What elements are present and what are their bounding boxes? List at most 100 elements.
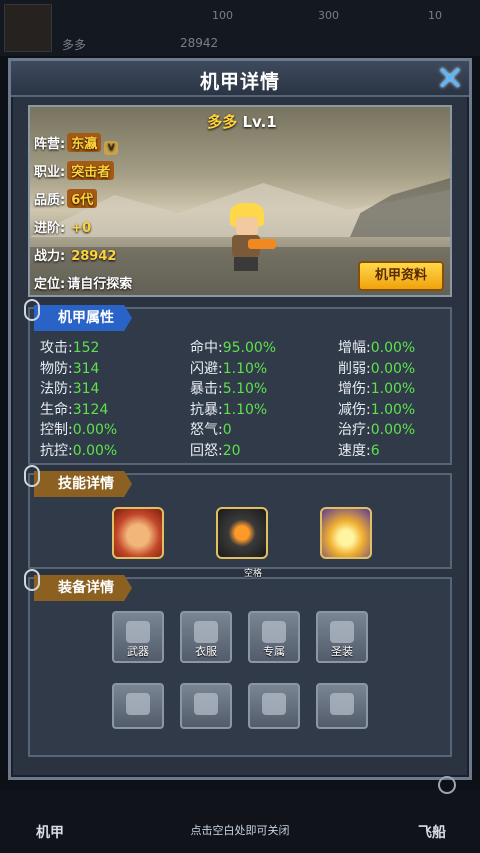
hud-resource-1: 100 xyxy=(212,9,233,22)
camp-row: 阵营: 东瀛 V xyxy=(34,133,119,155)
attribute-key: 抗暴: xyxy=(190,401,223,418)
attribute-item: 暴击:5.10% xyxy=(190,378,267,398)
position-label: 定位: xyxy=(34,277,66,292)
attribute-key: 回怒: xyxy=(190,442,223,459)
attribute-value: 6 xyxy=(370,442,380,459)
job-row: 职业: 突击者 xyxy=(34,161,115,180)
mech-detail-panel: 机甲详情 ✕ 多多 Lv.1 阵营: 东瀛 V 职业: 突击者 品质: 6代 进阶: +0… xyxy=(8,58,472,780)
equipment-title: 装备详情 xyxy=(34,575,132,601)
hero-name: 多多 xyxy=(207,113,238,131)
attribute-item: 治疗:0.00% xyxy=(338,419,415,439)
job-value: 突击者 xyxy=(67,161,115,180)
close-hint[interactable]: 点击空白处即可关闭 xyxy=(0,822,480,838)
attribute-value: 0.00% xyxy=(370,360,416,377)
top-hud: 多多 28942 100 300 10 xyxy=(0,0,480,56)
skill-gatling-icon[interactable] xyxy=(216,507,268,559)
quality-label: 品质: xyxy=(34,193,66,208)
attribute-item: 速度:6 xyxy=(338,440,380,460)
equip-slot-weapon[interactable]: 武器 xyxy=(112,611,164,663)
hud-resource-3: 10 xyxy=(428,9,442,22)
quality-row: 品质: 6代 xyxy=(34,189,98,208)
equip-slot-armor[interactable]: 衣服 xyxy=(180,611,232,663)
attribute-key: 削弱: xyxy=(338,360,371,377)
attribute-item: 生命:3124 xyxy=(40,399,108,419)
attribute-key: 怒气: xyxy=(190,422,223,438)
hero-level: Lv.1 xyxy=(242,113,277,131)
advance-label: 进阶: xyxy=(34,221,66,236)
equip-slot-7[interactable] xyxy=(248,683,300,729)
paperclip-icon xyxy=(24,299,40,321)
attribute-value: 0.00% xyxy=(370,340,416,356)
panel-title: 机甲详情 xyxy=(199,71,280,93)
skills-section: 技能详情 xyxy=(24,465,452,569)
camp-value: 东瀛 xyxy=(67,133,102,152)
hero-card: 多多 Lv.1 阵营: 东瀛 V 职业: 突击者 品质: 6代 进阶: +0 战力: 289… xyxy=(28,105,452,297)
attribute-key: 速度: xyxy=(338,442,371,459)
hud-resource-2: 300 xyxy=(318,9,339,22)
power-label: 战力: xyxy=(34,249,66,264)
attribute-key: 抗控: xyxy=(40,442,73,459)
attribute-item: 削弱:0.00% xyxy=(338,358,415,378)
advance-row: 进阶: +0 xyxy=(34,217,95,236)
hud-power: 28942 xyxy=(180,36,219,50)
gear-icon[interactable] xyxy=(438,776,456,794)
attribute-value: 1.00% xyxy=(370,381,416,397)
attribute-value: 0.00% xyxy=(370,422,416,438)
paperclip-icon xyxy=(24,569,40,591)
attribute-key: 命中: xyxy=(190,340,223,356)
job-label: 职业: xyxy=(34,165,66,180)
attribute-item: 抗暴:1.10% xyxy=(190,399,267,419)
equip-slot-holy[interactable]: 圣装 xyxy=(316,611,368,663)
skill-fist-icon[interactable] xyxy=(112,507,164,559)
quality-value: 6代 xyxy=(67,189,98,208)
attribute-item: 闪避:1.10% xyxy=(190,358,267,378)
attribute-key: 攻击: xyxy=(40,340,73,356)
attribute-key: 闪避: xyxy=(190,360,223,377)
attribute-item: 怒气:0 xyxy=(190,419,232,439)
attribute-key: 控制: xyxy=(40,422,73,438)
attribute-value: 3124 xyxy=(72,401,109,418)
attributes-section: 机甲属性 攻击:152 命中:95.00% 增幅:0.00% 物防:314 闪避:1.1… xyxy=(24,299,452,465)
attribute-value: 314 xyxy=(72,381,100,397)
attribute-item: 物防:314 xyxy=(40,358,99,378)
attribute-item: 回怒:20 xyxy=(190,440,241,460)
power-value: 28942 xyxy=(71,249,117,264)
hud-player-name: 多多 xyxy=(62,38,87,52)
mech-info-button[interactable]: 机甲资料 xyxy=(358,261,444,291)
equip-slot-5[interactable] xyxy=(112,683,164,729)
attribute-key: 减伤: xyxy=(338,401,371,418)
attributes-title: 机甲属性 xyxy=(34,305,132,331)
attribute-value: 1.00% xyxy=(370,401,416,418)
player-avatar[interactable] xyxy=(4,4,52,52)
skill-blast-icon[interactable] xyxy=(320,507,372,559)
equipment-section: 装备详情 武器 衣服 专属 圣装 xyxy=(24,569,452,757)
attribute-key: 暴击: xyxy=(190,381,223,397)
position-row: 定位: 请自行探索 xyxy=(34,273,132,292)
skills-title: 技能详情 xyxy=(34,471,132,497)
equip-slot-exclusive[interactable]: 专属 xyxy=(248,611,300,663)
attribute-key: 法防: xyxy=(40,381,73,397)
attribute-item: 控制:0.00% xyxy=(40,419,117,439)
attribute-item: 攻击:152 xyxy=(40,337,99,357)
attribute-item: 减伤:1.00% xyxy=(338,399,415,419)
power-row: 战力: 28942 xyxy=(34,245,120,264)
attribute-key: 生命: xyxy=(40,401,73,418)
attribute-item: 抗控:0.00% xyxy=(40,440,117,460)
attribute-item: 命中:95.00% xyxy=(190,337,276,357)
attribute-value: 152 xyxy=(72,340,100,356)
camp-label: 阵营: xyxy=(34,137,66,152)
attribute-key: 治疗: xyxy=(338,422,371,438)
equip-slot-8[interactable] xyxy=(316,683,368,729)
close-icon[interactable]: ✕ xyxy=(431,62,469,96)
attribute-key: 物防: xyxy=(40,360,73,377)
attribute-value: 0.00% xyxy=(72,422,118,438)
equip-slot-6[interactable] xyxy=(180,683,232,729)
hero-character-sprite xyxy=(220,203,276,273)
attribute-key: 增伤: xyxy=(338,381,371,397)
advance-value: +0 xyxy=(71,221,92,236)
attribute-value: 1.10% xyxy=(222,401,268,418)
attribute-value: 0.00% xyxy=(72,442,118,459)
hero-title: 多多 Lv.1 xyxy=(30,111,450,132)
attribute-value: 0 xyxy=(222,422,232,438)
camp-emblem-icon: V xyxy=(104,141,119,155)
